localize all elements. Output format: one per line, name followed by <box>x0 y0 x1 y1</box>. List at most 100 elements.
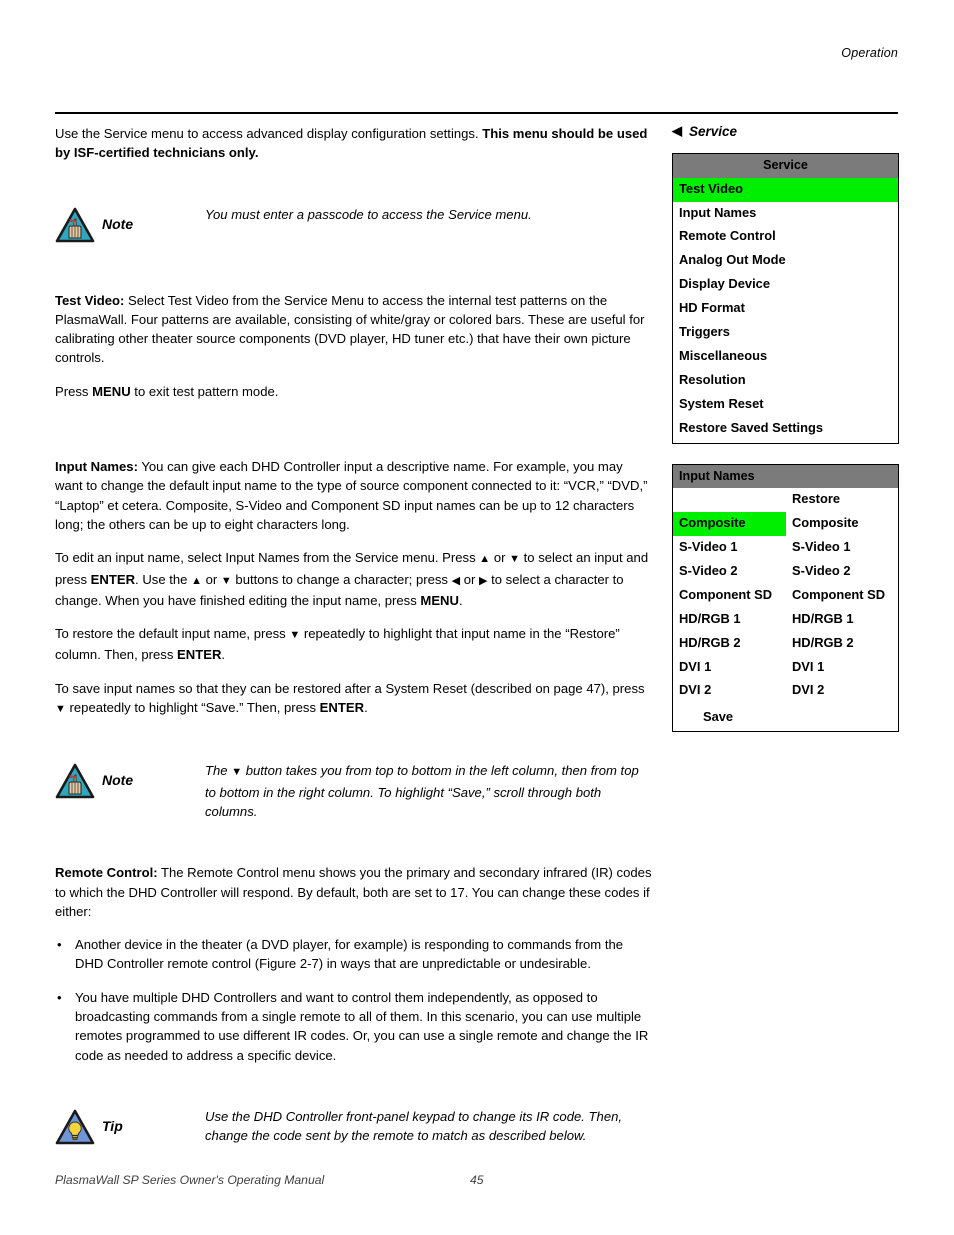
input-name-s-video-1[interactable]: S-Video 1 <box>673 536 786 560</box>
note-label-2: Note <box>102 772 134 789</box>
service-menu-panel[interactable]: Service Test Video Input Names Remote Co… <box>672 153 899 444</box>
restore-s-video-1[interactable]: S-Video 1 <box>786 536 898 560</box>
tip-callout: Tip Use the DHD Controller front-panel k… <box>55 1105 652 1151</box>
restore-dvi-2[interactable]: DVI 2 <box>786 679 898 703</box>
input-names-menu-panel[interactable]: Input Names Restore Composite Composite … <box>672 463 899 733</box>
up-arrow-icon: ▲ <box>191 574 202 587</box>
menu-item-test-video[interactable]: Test Video <box>673 177 898 202</box>
service-menu-header: Service <box>673 154 898 178</box>
back-arrow-icon: ◀ <box>672 123 682 138</box>
down-arrow-icon: ▼ <box>231 766 243 779</box>
note-body-2: The ▼ button takes you from top to botto… <box>205 759 652 821</box>
input-name-s-video-2[interactable]: S-Video 2 <box>673 560 786 584</box>
edit-text-d: . Use the <box>135 571 192 587</box>
input-names-paragraph-3: To restore the default input name, press… <box>55 624 652 665</box>
input-name-dvi-1[interactable]: DVI 1 <box>673 656 786 680</box>
edit-text-a: To edit an input name, select Input Name… <box>55 550 480 566</box>
down-arrow-icon: ▼ <box>220 574 232 587</box>
menu-item-hd-format[interactable]: HD Format <box>673 297 898 321</box>
restore-column-header: Restore <box>792 491 840 507</box>
enter-key-label: ENTER <box>319 700 365 716</box>
input-name-hd-rgb-2[interactable]: HD/RGB 2 <box>673 632 786 656</box>
enter-key-label: ENTER <box>177 647 222 663</box>
input-names-menu-header: Input Names <box>673 464 898 489</box>
restore-composite[interactable]: Composite <box>786 512 898 536</box>
menu-item-miscellaneous[interactable]: Miscellaneous <box>673 345 898 369</box>
tip-triangle-lightbulb-icon <box>55 1109 95 1145</box>
list-item: • You have multiple DHD Controllers and w… <box>55 988 652 1065</box>
intro-paragraph: Use the Service menu to access advanced … <box>55 124 652 163</box>
service-menu-list: Test Video Input Names Remote Control An… <box>673 177 898 443</box>
osd-section-title: ◀ Service <box>672 124 899 139</box>
menu-item-restore-saved-settings[interactable]: Restore Saved Settings <box>673 417 898 441</box>
restore-component-sd[interactable]: Component SD <box>786 584 898 608</box>
remote-control-heading: Remote Control: <box>55 865 158 881</box>
right-menu-column: ◀ Service Service Test Video Input Names… <box>672 124 899 733</box>
restore-hd-rgb-1[interactable]: HD/RGB 1 <box>786 608 898 632</box>
save-text-c: . <box>364 700 368 716</box>
menu-item-analog-out-mode[interactable]: Analog Out Mode <box>673 249 898 273</box>
save-menu-item[interactable]: Save <box>673 706 898 731</box>
input-names-paragraph-2: To edit an input name, select Input Name… <box>55 548 652 610</box>
menu-item-resolution[interactable]: Resolution <box>673 369 898 393</box>
bullet-icon: • <box>57 989 62 1005</box>
down-arrow-icon: ▼ <box>289 629 301 642</box>
input-name-composite[interactable]: Composite <box>673 512 786 536</box>
footer-page-number: 45 <box>470 1173 484 1187</box>
restore-hd-rgb-2[interactable]: HD/RGB 2 <box>786 632 898 656</box>
input-name-component-sd[interactable]: Component SD <box>673 584 786 608</box>
restore-text-a: To restore the default input name, press <box>55 626 290 642</box>
restore-dvi-1[interactable]: DVI 1 <box>786 656 898 680</box>
save-text-a: To save input names so that they can be … <box>55 680 645 696</box>
up-arrow-icon: ▲ <box>479 553 491 566</box>
note-marker-1: Note <box>55 203 203 247</box>
tip-body: Use the DHD Controller front-panel keypa… <box>205 1108 623 1144</box>
press-menu-paragraph: Press MENU to exit test pattern mode. <box>55 382 652 401</box>
press-menu-key: MENU <box>92 383 131 399</box>
edit-text-e: or <box>201 571 221 587</box>
menu-item-system-reset[interactable]: System Reset <box>673 393 898 417</box>
input-name-hd-rgb-1[interactable]: HD/RGB 1 <box>673 608 786 632</box>
restore-s-video-2[interactable]: S-Video 2 <box>786 560 898 584</box>
list-item-text: You have multiple DHD Controllers and wa… <box>75 989 649 1063</box>
osd-section-title-label: Service <box>689 124 738 139</box>
menu-key-label: MENU <box>420 592 459 608</box>
running-head: Operation <box>841 46 898 60</box>
tip-marker: Tip <box>55 1105 203 1149</box>
input-name-dvi-2[interactable]: DVI 2 <box>673 679 786 703</box>
bullet-icon: • <box>57 937 62 953</box>
note-callout-1: Note You must enter a passcode to access… <box>55 203 652 249</box>
note-body-2-b: button takes you from top to bottom in t… <box>205 763 639 819</box>
footer-manual-name: PlasmaWall SP Series Owner's Operating M… <box>55 1173 325 1187</box>
down-arrow-icon: ▼ <box>55 703 66 716</box>
edit-text-i: . <box>458 592 463 608</box>
left-arrow-icon: ◀ <box>451 574 461 587</box>
menu-item-remote-control[interactable]: Remote Control <box>673 225 898 249</box>
note-callout-2: Note The ▼ button takes you from top to … <box>55 759 652 821</box>
test-video-heading: Test Video: <box>55 292 125 308</box>
input-names-body-1: You can give each DHD Controller input a… <box>55 459 648 532</box>
note-triangle-hand-icon <box>55 207 95 242</box>
menu-item-display-device[interactable]: Display Device <box>673 273 898 297</box>
header-rule <box>55 112 898 114</box>
list-item: • Another device in the theater (a DVD pl… <box>55 935 652 974</box>
test-video-body: Select Test Video from the Service Menu … <box>55 292 645 366</box>
input-names-paragraph-1: Input Names: You can give each DHD Contr… <box>55 457 652 534</box>
intro-text-normal: Use the Service menu to access advanced … <box>55 126 483 141</box>
left-text-column: Use the Service menu to access advanced … <box>55 124 652 1151</box>
edit-text-f: buttons to change a character; press <box>231 571 452 587</box>
edit-text-b: or <box>490 550 510 566</box>
input-names-paragraph-4: To save input names so that they can be … <box>55 679 652 720</box>
save-text-b: repeatedly to highlight “Save.” Then, pr… <box>65 700 320 716</box>
menu-item-input-names[interactable]: Input Names <box>673 202 898 226</box>
note-triangle-hand-icon <box>55 764 95 799</box>
edit-text-g: or <box>460 571 480 587</box>
note-marker-2: Note <box>55 759 203 803</box>
menu-item-triggers[interactable]: Triggers <box>673 321 898 345</box>
restore-text-c: . <box>221 647 226 663</box>
